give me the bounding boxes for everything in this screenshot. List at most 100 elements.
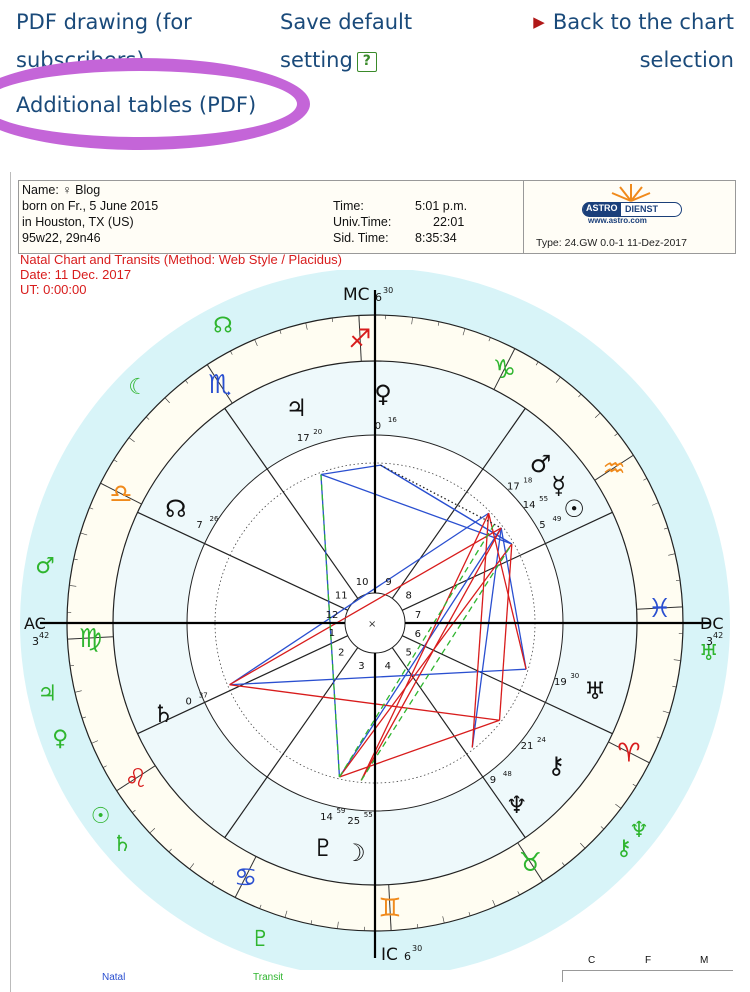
natal-planet-minutes: 48 xyxy=(503,770,512,778)
natal-planet-degree: 0 xyxy=(375,421,381,432)
sid-time-value: 8:35:34 xyxy=(415,231,457,245)
leo-sign-icon: ♌ xyxy=(124,764,147,794)
house-number: 9 xyxy=(385,577,391,588)
univ-time-label: Univ.Time: xyxy=(333,215,391,229)
natal-planet-degree: 14 xyxy=(523,500,536,511)
house-number: 4 xyxy=(385,661,391,672)
natal-legend-label: Natal xyxy=(102,972,125,983)
transit-planet-icon: ⚷ xyxy=(616,836,632,861)
logo-badge: ASTRO DIENST xyxy=(582,202,682,217)
natal-planet-minutes: 24 xyxy=(537,736,546,744)
female-icon: ♀ xyxy=(62,183,71,197)
logo-url: www.astro.com xyxy=(588,216,647,225)
column-f-label: F xyxy=(645,955,651,966)
triangle-right-icon: ▶ xyxy=(533,13,545,31)
natal-planet-minutes: 16 xyxy=(388,416,397,424)
column-c-label: C xyxy=(588,955,595,966)
natal-planet-degree: 0 xyxy=(186,696,192,707)
cancer-sign-icon: ♋ xyxy=(234,863,257,893)
natal-planet-icon: ☽ xyxy=(344,839,366,867)
name-value: Blog xyxy=(75,183,100,197)
virgo-sign-icon: ♍ xyxy=(79,624,102,654)
natal-planet-icon: ☉ xyxy=(563,495,585,523)
natal-planet-minutes: 37 xyxy=(199,691,208,699)
chart-title-line-1: Natal Chart and Transits (Method: Web St… xyxy=(20,252,342,267)
natal-planet-minutes: 55 xyxy=(539,495,548,503)
house-number: 6 xyxy=(415,629,421,640)
natal-planet-degree: 9 xyxy=(490,775,496,786)
chart-wheel: ♈♉♊♋♌♍♎♏♐♑♒♓123456789101112♀016♃1720☊726… xyxy=(0,270,750,970)
element-table-stub xyxy=(562,970,733,982)
natal-planet-minutes: 59 xyxy=(336,807,345,815)
natal-planet-minutes: 49 xyxy=(552,515,561,523)
natal-planet-degree: 7 xyxy=(196,520,202,531)
house-number: 12 xyxy=(326,610,339,621)
logo-astro: ASTRO xyxy=(583,202,621,217)
natal-planet-icon: ♃ xyxy=(286,394,308,422)
natal-planet-degree: 17 xyxy=(507,481,520,492)
scorpio-sign-icon: ♏ xyxy=(208,370,231,400)
house-number: 2 xyxy=(338,647,344,658)
pdf-drawing-link[interactable]: PDF drawing (for subscribers) xyxy=(16,3,226,79)
ic-degree: 6 xyxy=(404,950,411,963)
taurus-sign-icon: ♉ xyxy=(519,848,542,878)
coords-line: 95w22, 29n46 xyxy=(22,231,101,245)
transit-planet-icon: ♆ xyxy=(629,818,649,843)
pdf-drawing-label-2: subscribers) xyxy=(16,48,145,72)
ac-minutes: 42 xyxy=(39,631,49,640)
back-to-chart-selection-link[interactable]: ▶Back to the chart selection xyxy=(494,3,734,79)
natal-planet-icon: ♂ xyxy=(530,450,552,478)
natal-planet-icon: ♄ xyxy=(153,700,175,728)
back-label-1: Back to the chart xyxy=(553,10,734,34)
ic-label: IC xyxy=(381,945,398,965)
pdf-drawing-label-1: PDF drawing (for xyxy=(16,10,192,34)
natal-planet-minutes: 30 xyxy=(570,672,579,680)
chart-type-line: Type: 24.GW 0.0-1 11-Dez-2017 xyxy=(536,237,687,249)
house-number: 11 xyxy=(335,591,348,602)
ic-minutes: 30 xyxy=(412,944,422,953)
house-number: 10 xyxy=(356,577,369,588)
natal-planet-degree: 25 xyxy=(347,816,360,827)
mc-minutes: 30 xyxy=(383,286,393,295)
additional-tables-link[interactable]: Additional tables (PDF) xyxy=(16,86,256,124)
aquarius-sign-icon: ♒ xyxy=(602,454,625,484)
mc-label: MC xyxy=(343,285,370,305)
time-label: Time: xyxy=(333,199,364,213)
capricorn-sign-icon: ♑ xyxy=(493,355,516,385)
astrodienst-logo: ASTRO DIENST www.astro.com Type: 24.GW 0… xyxy=(523,181,735,253)
dc-minutes: 42 xyxy=(713,631,723,640)
natal-planet-minutes: 20 xyxy=(313,428,322,436)
help-icon[interactable]: ? xyxy=(357,52,377,72)
mc-degree: 6 xyxy=(375,291,382,304)
house-number: 1 xyxy=(329,628,335,639)
transit-planet-icon: ☉ xyxy=(91,804,111,829)
logo-dienst: DIENST xyxy=(625,203,658,216)
natal-planet-icon: ♀ xyxy=(374,380,392,408)
time-value: 5:01 p.m. xyxy=(415,199,467,213)
save-default-setting-link[interactable]: Save default setting? xyxy=(280,3,430,79)
univ-time-value: 22:01 xyxy=(433,215,464,229)
born-line: born on Fr., 5 June 2015 xyxy=(22,199,158,213)
name-label: Name: xyxy=(22,183,59,197)
house-number: 5 xyxy=(406,647,412,658)
name-line: Name: ♀ Blog xyxy=(22,183,100,197)
transit-planet-icon: ☾ xyxy=(128,375,148,400)
natal-planet-degree: 19 xyxy=(554,677,567,688)
center-cross-icon: × xyxy=(368,619,376,630)
transit-planet-icon: ♄ xyxy=(112,832,132,857)
natal-planet-degree: 17 xyxy=(297,433,310,444)
natal-planet-degree: 14 xyxy=(320,812,333,823)
sagittarius-sign-icon: ♐ xyxy=(348,324,371,354)
house-number: 7 xyxy=(415,610,421,621)
transit-planet-icon: ♃ xyxy=(37,682,57,707)
natal-planet-degree: 5 xyxy=(539,520,545,531)
transit-planet-icon: ♀ xyxy=(52,727,68,752)
chart-header: Name: ♀ Blog born on Fr., 5 June 2015 in… xyxy=(18,180,736,254)
natal-planet-icon: ♇ xyxy=(313,834,335,862)
natal-planet-minutes: 18 xyxy=(523,476,532,484)
natal-planet-minutes: 26 xyxy=(210,515,219,523)
libra-sign-icon: ♎ xyxy=(109,480,132,510)
house-number: 8 xyxy=(406,591,412,602)
natal-planet-icon: ⚷ xyxy=(547,752,565,780)
pisces-sign-icon: ♓ xyxy=(648,594,671,624)
